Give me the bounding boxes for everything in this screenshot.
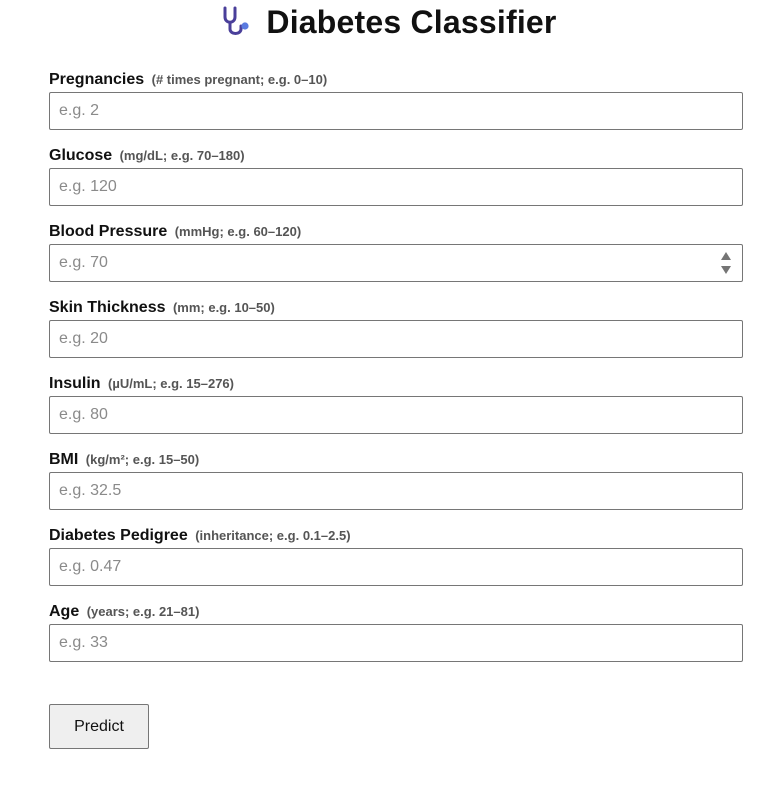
spin-down-icon[interactable] <box>721 266 731 274</box>
bmi-input[interactable] <box>49 472 743 510</box>
page-header: Diabetes Classifier <box>0 0 775 44</box>
skin-thickness-input[interactable] <box>49 320 743 358</box>
field-glucose: Glucose (mg/dL; e.g. 70–180) <box>49 144 743 206</box>
bmi-label: BMI <box>49 451 79 468</box>
glucose-hint: (mg/dL; e.g. 70–180) <box>119 148 245 163</box>
blood-pressure-label: Blood Pressure <box>49 223 168 240</box>
field-bmi: BMI (kg/m²; e.g. 15–50) <box>49 448 743 510</box>
pregnancies-label: Pregnancies <box>49 71 145 88</box>
spin-up-icon[interactable] <box>721 252 731 260</box>
field-insulin: Insulin (µU/mL; e.g. 15–276) <box>49 372 743 434</box>
field-label-row: Blood Pressure (mmHg; e.g. 60–120) <box>49 220 743 244</box>
field-label-row: Glucose (mg/dL; e.g. 70–180) <box>49 144 743 168</box>
skin-thickness-label: Skin Thickness <box>49 299 166 316</box>
diabetes-pedigree-input[interactable] <box>49 548 743 586</box>
field-age: Age (years; e.g. 21–81) <box>49 600 743 662</box>
stethoscope-icon <box>218 4 254 40</box>
field-pregnancies: Pregnancies (# times pregnant; e.g. 0–10… <box>49 68 743 130</box>
field-skin-thickness: Skin Thickness (mm; e.g. 10–50) <box>49 296 743 358</box>
classifier-form: Pregnancies (# times pregnant; e.g. 0–10… <box>49 68 743 676</box>
field-blood-pressure: Blood Pressure (mmHg; e.g. 60–120) <box>49 220 743 282</box>
diabetes-pedigree-label: Diabetes Pedigree <box>49 527 188 544</box>
blood-pressure-input[interactable] <box>49 244 743 282</box>
age-label: Age <box>49 603 80 620</box>
blood-pressure-hint: (mmHg; e.g. 60–120) <box>174 224 302 239</box>
field-diabetes-pedigree: Diabetes Pedigree (inheritance; e.g. 0.1… <box>49 524 743 586</box>
pregnancies-input[interactable] <box>49 92 743 130</box>
field-label-row: Insulin (µU/mL; e.g. 15–276) <box>49 372 743 396</box>
page: Diabetes Classifier Pregnancies (# times… <box>0 0 775 788</box>
glucose-label: Glucose <box>49 147 113 164</box>
age-hint: (years; e.g. 21–81) <box>86 604 200 619</box>
field-label-row: Skin Thickness (mm; e.g. 10–50) <box>49 296 743 320</box>
diabetes-pedigree-hint: (inheritance; e.g. 0.1–2.5) <box>195 528 351 543</box>
glucose-input[interactable] <box>49 168 743 206</box>
bmi-hint: (kg/m²; e.g. 15–50) <box>85 452 200 467</box>
page-title: Diabetes Classifier <box>266 3 557 40</box>
field-label-row: Diabetes Pedigree (inheritance; e.g. 0.1… <box>49 524 743 548</box>
field-label-row: Pregnancies (# times pregnant; e.g. 0–10… <box>49 68 743 92</box>
insulin-hint: (µU/mL; e.g. 15–276) <box>108 376 234 391</box>
number-spinner[interactable] <box>720 252 732 274</box>
insulin-input[interactable] <box>49 396 743 434</box>
pregnancies-hint: (# times pregnant; e.g. 0–10) <box>151 72 328 87</box>
field-label-row: Age (years; e.g. 21–81) <box>49 600 743 624</box>
age-input[interactable] <box>49 624 743 662</box>
predict-button[interactable]: Predict <box>49 704 149 749</box>
skin-thickness-hint: (mm; e.g. 10–50) <box>172 300 275 315</box>
insulin-label: Insulin <box>49 375 101 392</box>
field-label-row: BMI (kg/m²; e.g. 15–50) <box>49 448 743 472</box>
